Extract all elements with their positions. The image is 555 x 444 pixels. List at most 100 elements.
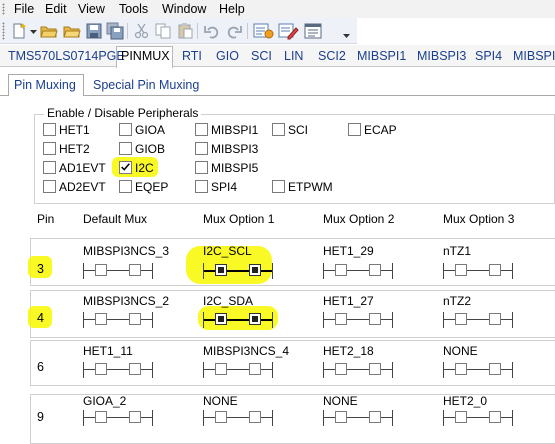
device-tab-sci2[interactable]: SCI2 (318, 48, 346, 64)
checkbox-gioa[interactable] (119, 123, 132, 136)
new-icon[interactable] (10, 22, 28, 40)
mux-switch[interactable] (323, 406, 393, 430)
mux-switch-selected[interactable] (203, 259, 273, 283)
checkbox-mibspi1[interactable] (195, 123, 208, 136)
mux-switch[interactable] (83, 308, 153, 332)
save-all-icon[interactable] (106, 22, 124, 40)
pin-number: 9 (37, 410, 44, 424)
mux-switch[interactable] (323, 259, 393, 283)
mux-switch[interactable] (203, 358, 273, 382)
checkbox-het2[interactable] (43, 142, 56, 155)
label-giob: GIOB (135, 142, 166, 156)
label-ecap: ECAP (364, 123, 397, 137)
mux-option-label: NONE (443, 344, 478, 358)
toolbar-separator (247, 23, 248, 39)
tab-pin-muxing[interactable]: Pin Muxing (14, 78, 76, 93)
mux-option-label: HET1_29 (323, 244, 374, 258)
device-tab-mibspi5[interactable]: MIBSPI5 (513, 48, 555, 64)
checkmark-icon (121, 163, 130, 171)
checkbox-etpwm[interactable] (272, 180, 285, 193)
device-tab-gio[interactable]: GIO (216, 48, 239, 64)
header-default-mux: Default Mux (83, 212, 148, 226)
checkbox-spi4[interactable] (195, 180, 208, 193)
mux-switch[interactable] (203, 406, 273, 430)
label-i2c: I2C (135, 161, 154, 175)
device-tab-spi4[interactable]: SPI4 (475, 48, 502, 64)
checkbox-giob[interactable] (119, 142, 132, 155)
label-spi4: SPI4 (211, 180, 238, 194)
save-icon[interactable] (85, 22, 103, 40)
label-het2: HET2 (59, 142, 90, 156)
menu-view[interactable]: View (76, 1, 107, 17)
menu-window[interactable]: Window (160, 1, 208, 17)
checkbox-eqep[interactable] (119, 180, 132, 193)
checkbox-mibspi3[interactable] (195, 142, 208, 155)
checkbox-ad1evt[interactable] (43, 161, 56, 174)
menu-help[interactable]: Help (217, 1, 247, 17)
mux-option-label: I2C_SCL (203, 244, 252, 258)
device-tab-mibspi3[interactable]: MIBSPI3 (417, 48, 466, 64)
checkbox-ecap[interactable] (348, 123, 361, 136)
mux-switch-selected[interactable] (203, 308, 273, 332)
mux-switch[interactable] (323, 358, 393, 382)
pin-number: 6 (37, 360, 44, 374)
mux-switch[interactable] (443, 358, 513, 382)
toolbar-separator (197, 23, 198, 39)
copy-icon[interactable] (154, 22, 172, 40)
checkbox-i2c[interactable] (119, 161, 132, 174)
mux-option-label: MIBSPI3NCS_2 (83, 294, 170, 308)
mux-option-label: MIBSPI3NCS_4 (203, 344, 290, 358)
pin-number: 4 (37, 311, 44, 325)
label-mibspi1: MIBSPI1 (211, 123, 259, 137)
label-mibspi3: MIBSPI3 (211, 142, 259, 156)
generate-icon[interactable] (253, 22, 275, 40)
toolbar-overflow-icon[interactable] (343, 33, 350, 39)
menu-edit[interactable]: Edit (43, 1, 69, 17)
mux-option-label: HET1_11 (83, 344, 133, 358)
mux-switch[interactable] (323, 308, 393, 332)
mux-option-label: I2C_SDA (203, 294, 254, 308)
new-dropdown-icon[interactable] (30, 29, 37, 35)
checkbox-mibspi5[interactable] (195, 161, 208, 174)
label-etpwm: ETPWM (288, 180, 333, 194)
checkbox-ad2evt[interactable] (43, 180, 56, 193)
label-het1: HET1 (59, 123, 90, 137)
device-tab-rti[interactable]: RTI (182, 48, 202, 64)
menu-file[interactable]: File (12, 1, 36, 17)
mux-switch[interactable] (83, 259, 153, 283)
mux-option-label: MIBSPI3NCS_3 (83, 244, 170, 258)
mux-switch[interactable] (83, 406, 153, 430)
edit-options-icon[interactable] (278, 22, 300, 40)
device-tab-mibspi1[interactable]: MIBSPI1 (357, 48, 406, 64)
mux-option-label: nTZ2 (443, 294, 472, 308)
checkbox-sci[interactable] (272, 123, 285, 136)
redo-icon[interactable] (225, 22, 243, 40)
device-tab-sci[interactable]: SCI (251, 48, 272, 64)
cut-icon[interactable] (133, 22, 151, 40)
toolbar-separator (127, 23, 128, 39)
toolbar-grip (2, 22, 5, 40)
undo-icon[interactable] (203, 22, 221, 40)
open-project-icon[interactable] (63, 22, 81, 40)
open-folder-icon[interactable] (40, 22, 58, 40)
label-gioa: GIOA (135, 123, 166, 137)
mux-option-label: HET1_27 (323, 294, 374, 308)
mux-switch[interactable] (443, 406, 513, 430)
device-tab-pinmux[interactable]: PINMUX (121, 48, 170, 64)
paste-icon[interactable] (176, 22, 194, 40)
checkbox-het1[interactable] (43, 123, 56, 136)
properties-icon[interactable] (303, 22, 325, 40)
mux-switch[interactable] (443, 308, 513, 332)
header-mux-option-1: Mux Option 1 (203, 212, 275, 226)
peripherals-group-title: Enable / Disable Peripherals (44, 106, 202, 120)
label-mibspi5: MIBSPI5 (211, 161, 259, 175)
menu-tools[interactable]: Tools (117, 1, 150, 17)
mux-switch[interactable] (443, 259, 513, 283)
device-tab-lin[interactable]: LIN (284, 48, 303, 64)
header-pin: Pin (37, 212, 55, 226)
label-ad1evt: AD1EVT (59, 161, 106, 175)
mux-option-label: HET2_18 (323, 344, 374, 358)
tab-special-pin-muxing[interactable]: Special Pin Muxing (93, 78, 199, 93)
mux-switch[interactable] (83, 358, 153, 382)
device-tab-tms570[interactable]: TMS570LS0714PGE (8, 48, 125, 64)
